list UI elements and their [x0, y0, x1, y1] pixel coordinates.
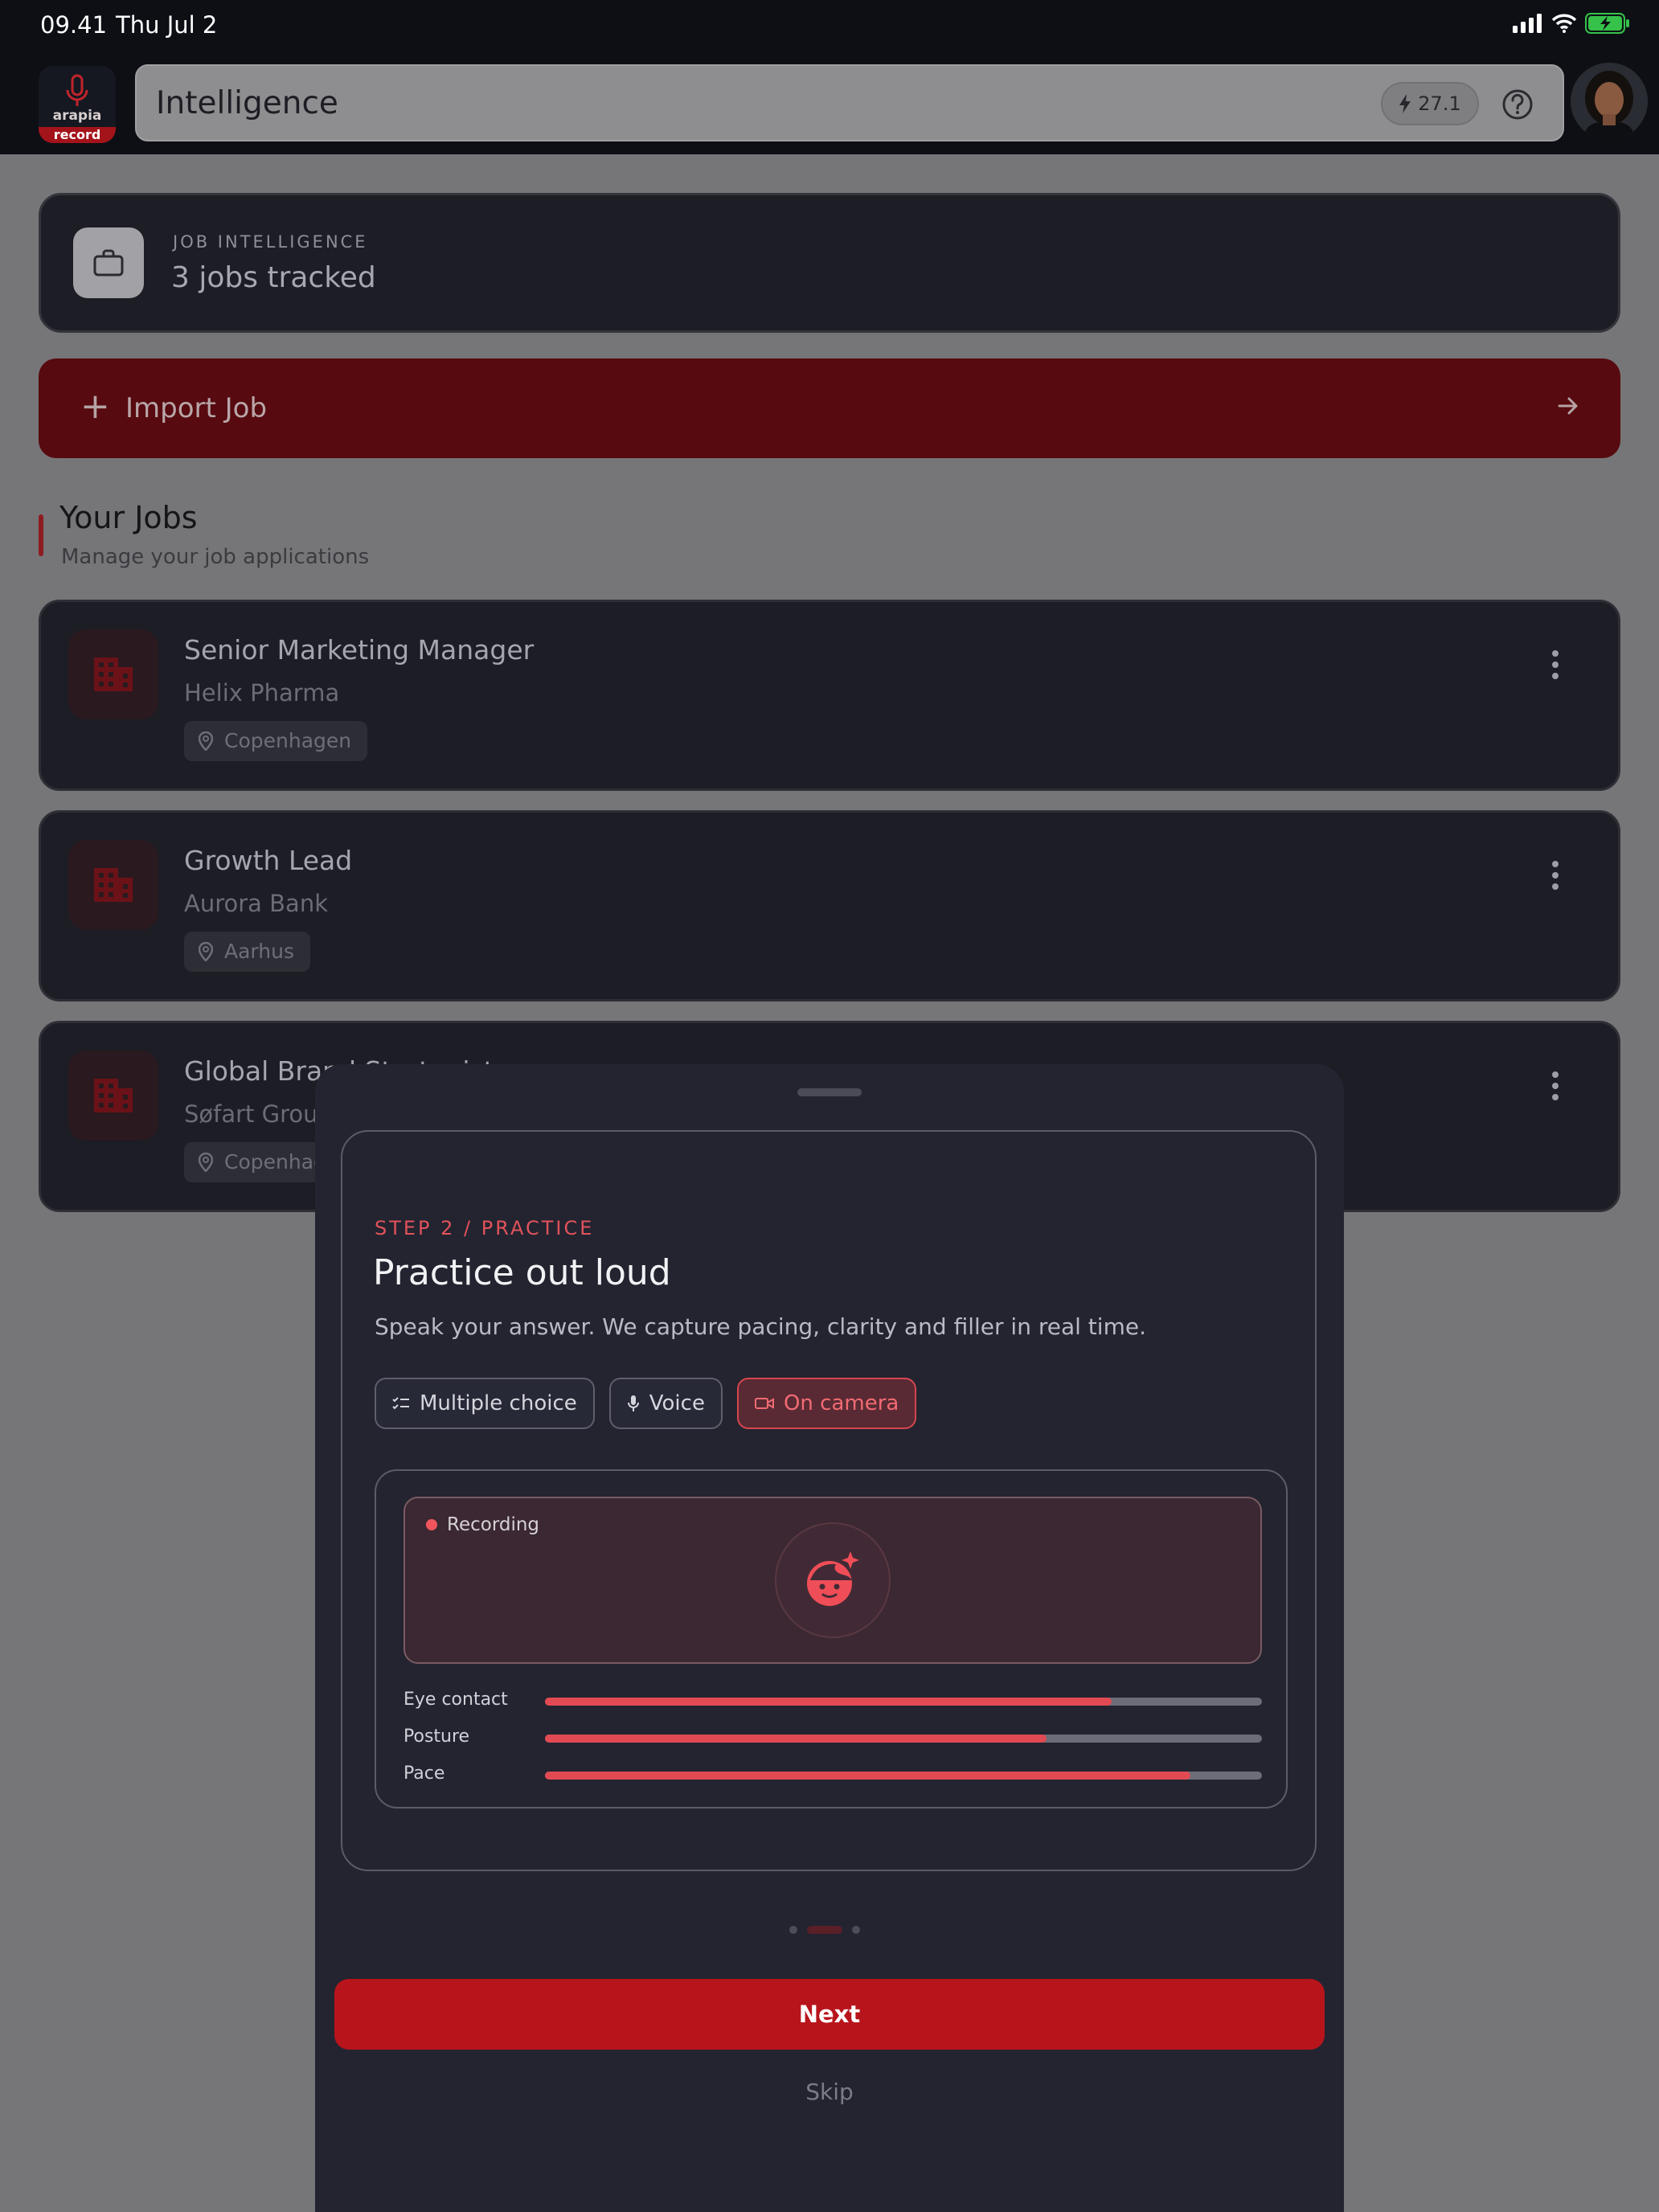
step-title: Practice out loud	[373, 1252, 671, 1293]
metric-fill	[545, 1772, 1190, 1780]
job-intelligence-card: JOB INTELLIGENCE 3 jobs tracked	[39, 193, 1620, 333]
metric-label: Eye contact	[403, 1690, 508, 1710]
step-panel: STEP 2 / PRACTICE Practice out loud Spea…	[341, 1130, 1317, 1871]
face-tracking-badge	[775, 1522, 891, 1638]
mode-chip-on-camera[interactable]: On camera	[736, 1378, 917, 1429]
credits-badge[interactable]: 27.1	[1381, 82, 1479, 125]
help-icon[interactable]	[1500, 87, 1535, 122]
more-options-icon[interactable]	[1550, 1071, 1560, 1105]
building-icon	[94, 657, 133, 691]
job-card[interactable]: Senior Marketing Manager Helix Pharma Co…	[39, 600, 1620, 791]
job-company: Helix Pharma	[184, 679, 340, 707]
app-header: arapia record Intelligence 27.1	[0, 51, 1659, 154]
recording-dot-icon	[426, 1519, 437, 1530]
app-logo[interactable]: arapia record	[39, 66, 116, 143]
intel-kicker: JOB INTELLIGENCE	[173, 232, 368, 252]
mode-chip-voice[interactable]: Voice	[608, 1378, 723, 1429]
user-avatar[interactable]	[1571, 63, 1648, 140]
status-time: 09.41	[40, 11, 108, 39]
avatar-portrait	[1571, 63, 1648, 140]
camera-practice-box: Recording Eye contact Posture Pace	[375, 1469, 1288, 1809]
face-sparkle-icon	[807, 1551, 859, 1606]
metric-row: Pace	[403, 1763, 1262, 1788]
microphone-icon	[627, 1395, 639, 1411]
mode-chip-label: Multiple choice	[420, 1391, 577, 1415]
camera-preview: Recording	[403, 1497, 1262, 1664]
logo-text-bottom: record	[39, 127, 116, 143]
step-label: STEP 2 / PRACTICE	[375, 1217, 595, 1239]
location-pin-icon	[199, 731, 213, 751]
status-bar: 09.41 Thu Jul 2	[0, 0, 1659, 51]
page-dot[interactable]	[789, 1926, 797, 1934]
metric-fill	[545, 1698, 1112, 1706]
section-title: Your Jobs	[59, 500, 198, 535]
jobs-tracked-count: 3 jobs tracked	[171, 261, 376, 294]
import-job-label: Import Job	[125, 392, 268, 424]
cellular-signal-icon	[1513, 14, 1542, 33]
recording-indicator: Recording	[426, 1514, 539, 1535]
mode-chip-multiple-choice[interactable]: Multiple choice	[375, 1378, 595, 1429]
job-location-badge: Copenhagen	[184, 721, 368, 761]
location-pin-icon	[199, 942, 213, 961]
job-title: Senior Marketing Manager	[184, 634, 535, 666]
system-indicators	[1513, 13, 1630, 34]
battery-charging-icon	[1585, 13, 1629, 34]
job-card[interactable]: Growth Lead Aurora Bank Aarhus	[39, 810, 1620, 1002]
lightning-icon	[1399, 94, 1411, 113]
location-pin-icon	[199, 1153, 213, 1172]
mode-chip-label: On camera	[783, 1391, 899, 1415]
building-icon	[94, 1079, 133, 1112]
metric-label: Pace	[403, 1763, 445, 1784]
briefcase-tile	[73, 227, 144, 298]
metric-row: Eye contact	[403, 1690, 1262, 1714]
job-location-badge: Aarhus	[184, 932, 310, 972]
import-job-button[interactable]: + Import Job	[39, 358, 1620, 458]
metric-fill	[545, 1735, 1047, 1743]
page-dot-active[interactable]	[807, 1926, 842, 1934]
job-title: Growth Lead	[184, 845, 353, 876]
step-description: Speak your answer. We capture pacing, cl…	[375, 1313, 1146, 1340]
credits-value: 27.1	[1418, 92, 1461, 115]
page-dot[interactable]	[852, 1926, 860, 1934]
job-company: Søfart Group	[184, 1100, 333, 1128]
metric-label: Posture	[403, 1727, 470, 1747]
section-subtitle: Manage your job applications	[61, 545, 370, 569]
job-location: Aarhus	[224, 940, 294, 963]
skip-button[interactable]: Skip	[315, 2079, 1344, 2105]
building-icon	[94, 868, 133, 902]
page-title: Intelligence	[156, 85, 338, 121]
video-camera-icon	[754, 1398, 774, 1409]
next-button[interactable]: Next	[334, 1979, 1325, 2050]
sheet-drag-handle[interactable]	[797, 1088, 862, 1096]
wifi-icon	[1551, 14, 1577, 33]
job-company: Aurora Bank	[184, 890, 328, 917]
briefcase-icon	[93, 249, 124, 276]
more-options-icon[interactable]	[1550, 861, 1560, 895]
checklist-icon	[392, 1397, 409, 1410]
microphone-logo-icon	[66, 74, 88, 106]
page-indicator	[789, 1926, 860, 1934]
job-location: Copenhagen	[224, 729, 352, 752]
metric-row: Posture	[403, 1727, 1262, 1751]
onboarding-sheet: STEP 2 / PRACTICE Practice out loud Spea…	[315, 1064, 1344, 2212]
metric-track	[545, 1698, 1262, 1706]
logo-text-top: arapia	[52, 108, 102, 124]
company-tile	[68, 1051, 158, 1141]
company-tile	[68, 629, 158, 719]
plus-icon: +	[80, 386, 110, 427]
mode-chip-label: Voice	[649, 1391, 705, 1415]
header-bar: Intelligence 27.1	[135, 64, 1564, 141]
practice-mode-chips: Multiple choice Voice On camera	[375, 1378, 917, 1429]
recording-label: Recording	[447, 1514, 540, 1535]
status-date: Thu Jul 2	[116, 11, 218, 39]
more-options-icon[interactable]	[1550, 650, 1560, 684]
arrow-right-icon	[1558, 397, 1578, 415]
metric-track	[545, 1772, 1262, 1780]
section-accent-bar	[39, 514, 43, 556]
company-tile	[68, 840, 158, 930]
metric-track	[545, 1735, 1262, 1743]
